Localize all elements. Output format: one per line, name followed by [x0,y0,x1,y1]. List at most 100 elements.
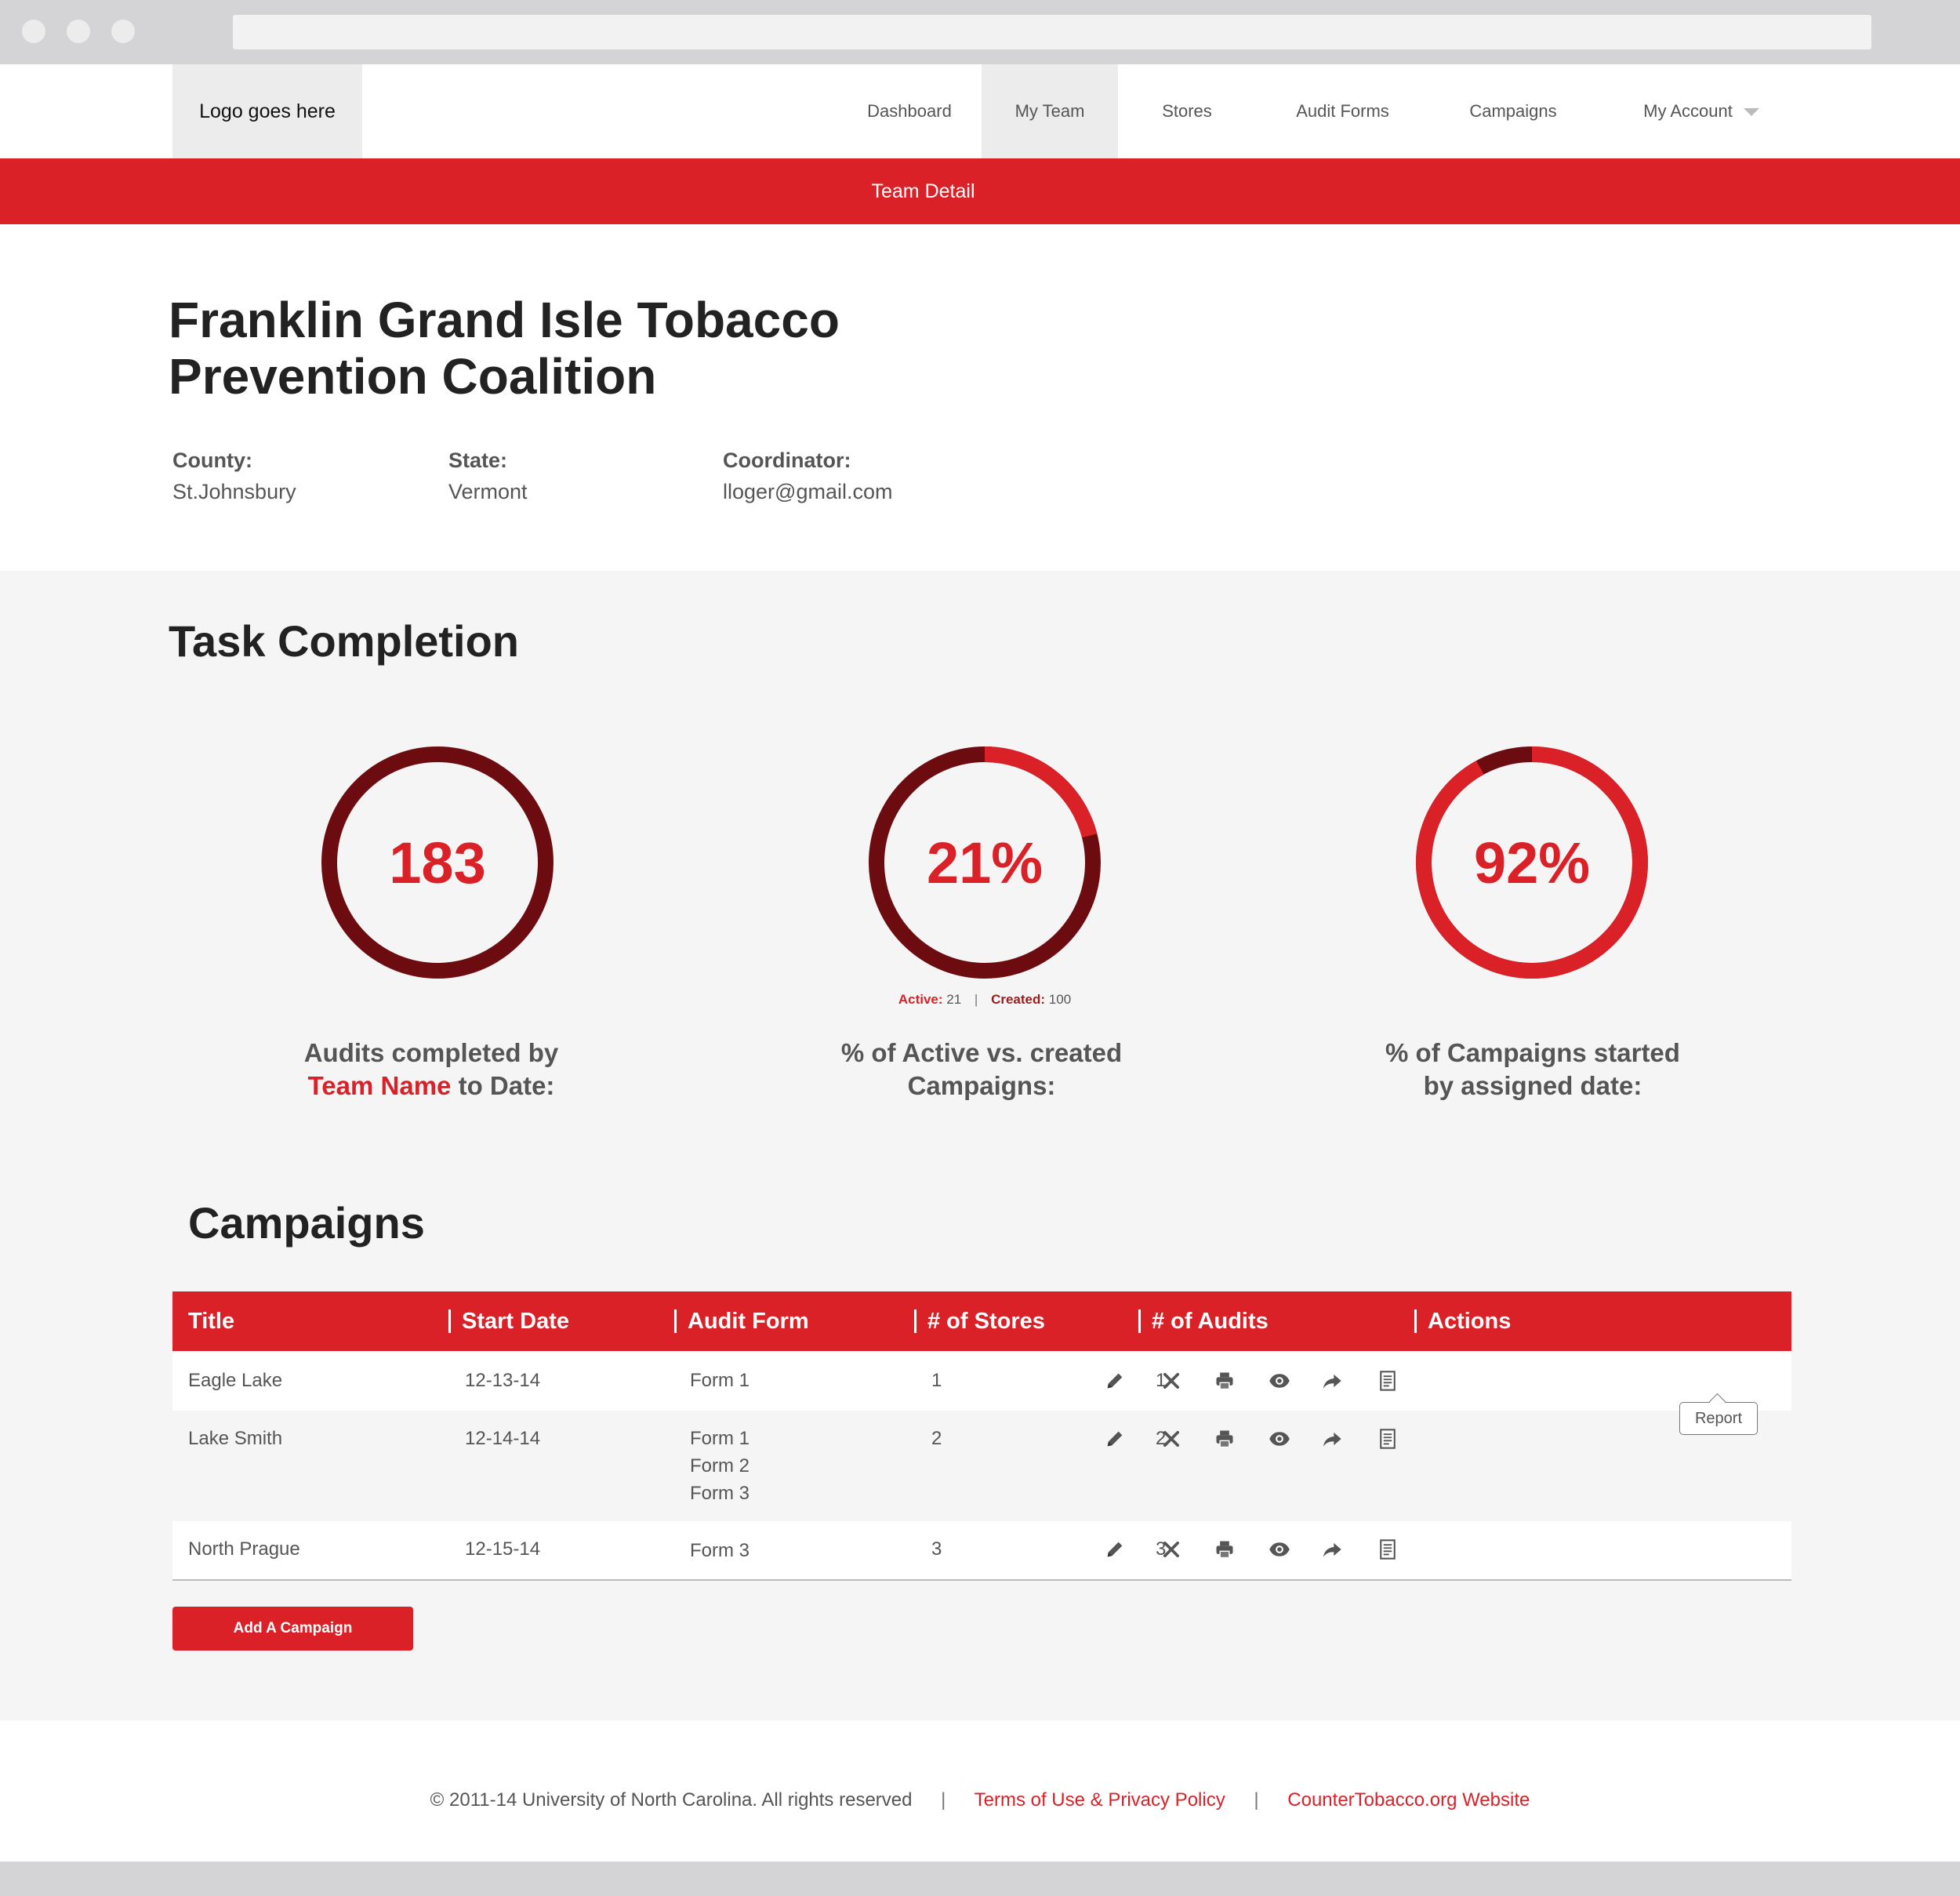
report-action-report-icon[interactable] [1372,1423,1403,1455]
share-action-share-icon[interactable] [1316,1534,1348,1565]
team-name-link[interactable]: Team Name [308,1071,452,1100]
campaigns-title: Campaigns [188,1198,425,1248]
eye-action-eye-icon[interactable] [1264,1423,1295,1455]
close-action-close-icon[interactable] [1156,1534,1187,1565]
nav-my-account-label: My Account [1643,101,1733,121]
col-actions-label: Actions [1428,1308,1512,1334]
cell-start-date: 12-14-14 [465,1428,541,1449]
form-item: Form 3 [690,1483,750,1504]
eye-action-eye-icon[interactable] [1264,1534,1295,1565]
col-divider [1414,1309,1417,1333]
share-icon [1323,1432,1341,1447]
summary-separator: | [974,992,978,1007]
nav-stores[interactable]: Stores [1121,64,1253,158]
close-icon [1163,1430,1180,1447]
col-start-date-label: Start Date [462,1308,569,1334]
window-minimize-dot[interactable] [67,20,90,43]
cell-title[interactable]: North Prague [188,1535,300,1563]
created-value: 100 [1048,992,1072,1007]
terms-link[interactable]: Terms of Use & Privacy Policy [975,1789,1225,1811]
logo[interactable]: Logo goes here [172,64,362,158]
share-action-share-icon[interactable] [1316,1365,1348,1397]
report-action-report-icon[interactable] [1372,1534,1403,1565]
eye-icon [1269,1374,1290,1388]
nav-my-team[interactable]: My Team [982,64,1118,158]
window-close-dot[interactable] [22,20,45,43]
active-label: Active: [898,992,943,1007]
copyright: © 2011-14 University of North Carolina. … [430,1789,913,1811]
printer-action-printer-icon[interactable] [1209,1423,1240,1455]
printer-icon [1216,1541,1233,1559]
address-bar[interactable] [233,15,1871,49]
report-action-report-icon[interactable] [1372,1365,1403,1397]
pencil-action-pencil-icon[interactable] [1099,1423,1131,1455]
report-tooltip: Report [1679,1402,1758,1435]
col-audit-form[interactable]: Audit Form [674,1291,809,1351]
col-audit-form-label: Audit Form [688,1308,809,1334]
close-action-close-icon[interactable] [1156,1365,1187,1397]
printer-action-printer-icon[interactable] [1209,1534,1240,1565]
pencil-icon [1107,1373,1123,1389]
cell-start-date: 12-15-14 [465,1538,541,1560]
active-value: 21 [946,992,962,1007]
col-divider [448,1309,451,1333]
share-action-share-icon[interactable] [1316,1423,1348,1455]
coordinator-email[interactable]: lloger@gmail.com [723,480,892,504]
col-divider [674,1309,677,1333]
printer-action-printer-icon[interactable] [1209,1365,1240,1397]
eye-action-eye-icon[interactable] [1264,1365,1295,1397]
col-start-date[interactable]: Start Date [448,1291,569,1351]
county-value: St.Johnsbury [172,480,296,503]
window-maximize-dot[interactable] [111,20,135,43]
close-icon [1163,1372,1180,1389]
campaigns-started-value: 92% [1473,830,1591,895]
report-icon [1380,1429,1396,1449]
printer-icon [1216,1430,1233,1448]
col-audits-label: # of Audits [1152,1308,1269,1334]
started-caption: % of Campaigns started by assigned date: [1337,1037,1729,1102]
active-campaigns-value: 21% [926,830,1044,895]
team-title-line1: Franklin Grand Isle Tobacco [169,292,840,348]
cell-stores: 3 [931,1538,942,1560]
table-row[interactable]: North Prague 12-15-14 Form 3 3 3 [172,1521,1791,1579]
team-title-line2: Prevention Coalition [169,348,657,405]
printer-icon [1216,1372,1233,1390]
state-label: State: [448,449,508,472]
chevron-down-icon [1743,108,1759,116]
eye-icon [1269,1432,1290,1446]
col-actions: Actions [1414,1291,1511,1351]
table-row[interactable]: Lake Smith 12-14-14 Form 1 Form 2 Form 3… [172,1411,1791,1521]
team-title: Franklin Grand Isle Tobacco Prevention C… [169,292,1031,405]
nav-dashboard[interactable]: Dashboard [843,64,976,158]
col-stores[interactable]: # of Stores [914,1291,1045,1351]
footer-separator: | [941,1789,946,1811]
cell-audit-form: Form 1 Form 2 Form 3 [690,1425,750,1507]
col-title[interactable]: Title [188,1291,234,1351]
cell-start-date: 12-13-14 [465,1370,541,1391]
col-audits[interactable]: # of Audits [1138,1291,1269,1351]
share-icon [1323,1542,1341,1557]
add-campaign-button[interactable]: Add A Campaign [172,1607,413,1651]
cell-audit-form: Form 1 [690,1367,750,1394]
cell-title[interactable]: Eagle Lake [188,1367,282,1394]
cell-title[interactable]: Lake Smith [188,1425,282,1452]
active-campaigns-ring: 21% [869,746,1101,979]
report-icon [1380,1539,1396,1560]
counter-tobacco-link[interactable]: CounterTobacco.org Website [1287,1789,1530,1811]
coordinator-label: Coordinator: [723,449,851,472]
pencil-action-pencil-icon[interactable] [1099,1365,1131,1397]
pencil-action-pencil-icon[interactable] [1099,1534,1131,1565]
site-footer: © 2011-14 University of North Carolina. … [0,1720,1960,1861]
state-value: Vermont [448,480,528,503]
nav-my-account[interactable]: My Account [1623,64,1780,158]
nav-campaigns[interactable]: Campaigns [1443,64,1584,158]
footer-separator: | [1254,1789,1259,1811]
close-action-close-icon[interactable] [1156,1423,1187,1455]
audits-caption: Audits completed by Team Name to Date: [235,1037,627,1102]
active-created-summary: Active: 21 | Created: 100 [828,992,1142,1008]
audits-caption-line1: Audits completed by [303,1038,559,1067]
nav-audit-forms[interactable]: Audit Forms [1270,64,1415,158]
table-row[interactable]: Eagle Lake 12-13-14 Form 1 1 1 [172,1351,1791,1411]
cell-audit-form: Form 3 [690,1537,750,1564]
audits-caption-rest: to Date: [451,1071,555,1100]
